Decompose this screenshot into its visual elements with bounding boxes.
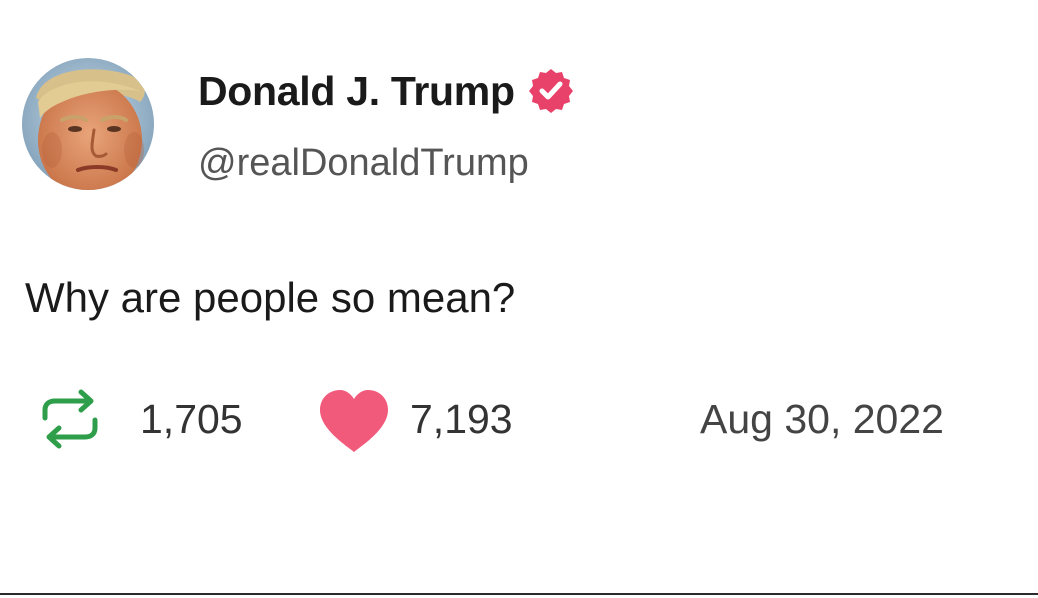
heart-icon <box>320 390 388 452</box>
author-display-name[interactable]: Donald J. Trump <box>198 68 515 115</box>
avatar-image <box>22 58 154 190</box>
repost-button[interactable] <box>35 386 105 452</box>
verified-badge-icon <box>527 67 575 115</box>
post-stats-bar: 1,705 7,193 Aug 30, 2022 <box>0 380 1038 460</box>
like-count: 7,193 <box>410 396 513 442</box>
repost-count: 1,705 <box>140 396 243 442</box>
post-body-text: Why are people so mean? <box>25 274 516 321</box>
post-card: Donald J. Trump @realDonaldTrump Why are… <box>0 0 1038 598</box>
bottom-divider <box>0 593 1038 595</box>
author-handle[interactable]: @realDonaldTrump <box>198 138 529 188</box>
repost-icon <box>42 389 98 449</box>
like-button[interactable] <box>316 386 392 456</box>
post-timestamp[interactable]: Aug 30, 2022 <box>700 392 944 446</box>
author-name-row: Donald J. Trump <box>198 63 575 119</box>
avatar[interactable] <box>22 58 154 190</box>
